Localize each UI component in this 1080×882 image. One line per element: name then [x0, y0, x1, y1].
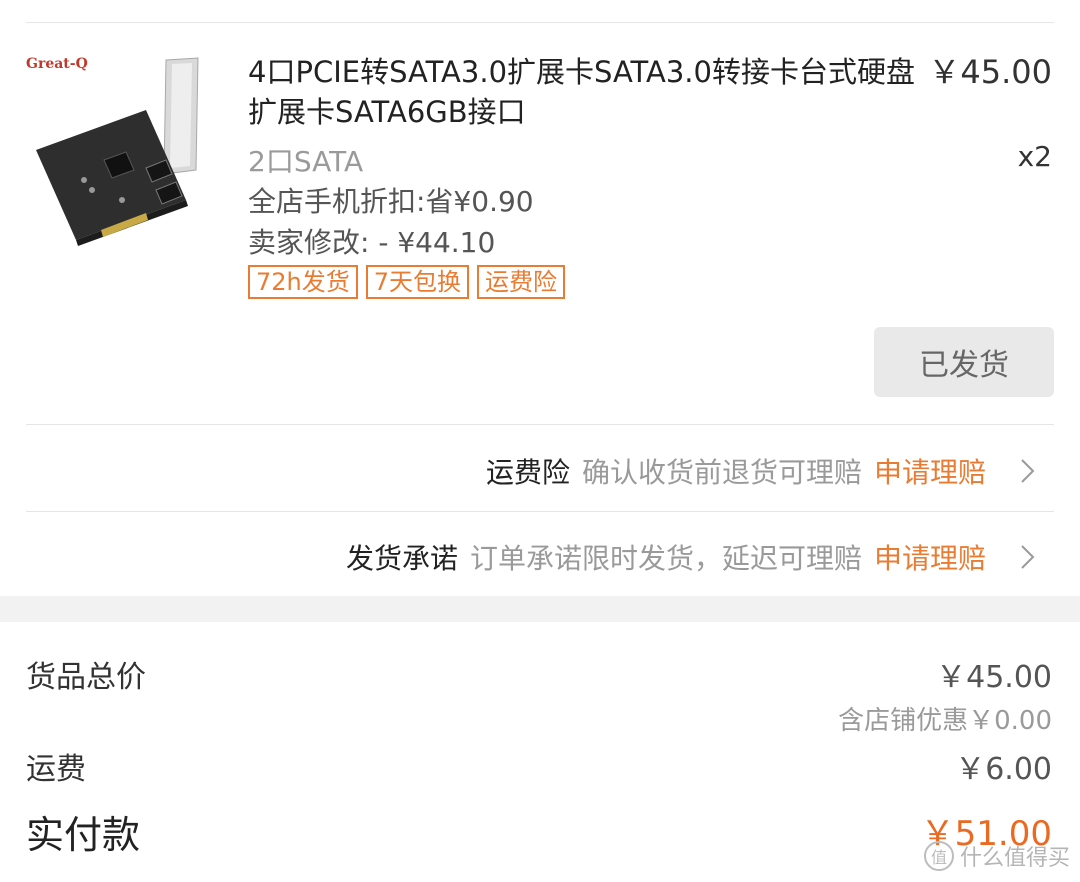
claim-link[interactable]: 申请理赔 — [874, 537, 986, 577]
store-discount-text: 含店铺优惠￥0.00 — [838, 706, 1052, 736]
product-sku: 2口SATA — [248, 145, 364, 178]
watermark-text: 什么值得买 — [959, 846, 1070, 871]
seller-change-text: 卖家修改: - ¥44.10 — [248, 226, 496, 259]
product-quantity: x2 — [1017, 140, 1052, 173]
shipping-fee-label: 运费 — [26, 752, 86, 787]
watermark-logo-icon: 值 — [923, 841, 954, 871]
service-row-delivery-promise[interactable]: 发货承诺 订单承诺限时发货，延迟可理赔 申请理赔 — [346, 537, 1040, 577]
shipping-fee-value: ￥6.00 — [955, 752, 1052, 787]
service-desc: 订单承诺限时发货，延迟可理赔 — [469, 542, 862, 575]
shipped-status-button[interactable]: 已发货 — [874, 327, 1054, 397]
claim-link[interactable]: 申请理赔 — [874, 451, 986, 491]
goods-total-value: ￥45.00 — [936, 660, 1052, 695]
paid-amount-label: 实付款 — [26, 813, 141, 857]
watermark: 值 什么值得买 — [923, 840, 1070, 872]
product-title[interactable]: 4口PCIE转SATA3.0扩展卡SATA3.0转接卡台式硬盘扩展卡SATA6G… — [248, 52, 928, 132]
service-key: 运费险 — [485, 456, 570, 489]
product-image[interactable]: Great-Q — [26, 50, 216, 250]
chevron-right-icon — [1021, 545, 1035, 569]
services-divider-middle — [26, 511, 1054, 512]
product-price: ￥45.00 — [928, 53, 1052, 91]
service-tags: 72h发货 7天包换 运费险 — [248, 265, 566, 299]
goods-total-label: 货品总价 — [26, 660, 146, 695]
brand-logo: Great-Q — [26, 56, 88, 72]
service-key: 发货承诺 — [345, 542, 458, 575]
section-separator — [0, 596, 1080, 622]
services-divider-top — [26, 424, 1054, 425]
tag-shipping-insurance: 运费险 — [477, 265, 566, 299]
tag-7day-exchange: 7天包换 — [365, 265, 470, 299]
service-row-shipping-insurance[interactable]: 运费险 确认收货前退货可理赔 申请理赔 — [486, 451, 1040, 491]
top-divider — [26, 22, 1054, 23]
chevron-right-icon — [1021, 459, 1035, 483]
pcie-card-illustration — [36, 57, 199, 246]
discount-text: 全店手机折扣:省¥0.90 — [248, 185, 534, 218]
service-desc: 确认收货前退货可理赔 — [581, 456, 862, 489]
tag-72h-shipping: 72h发货 — [248, 265, 358, 299]
